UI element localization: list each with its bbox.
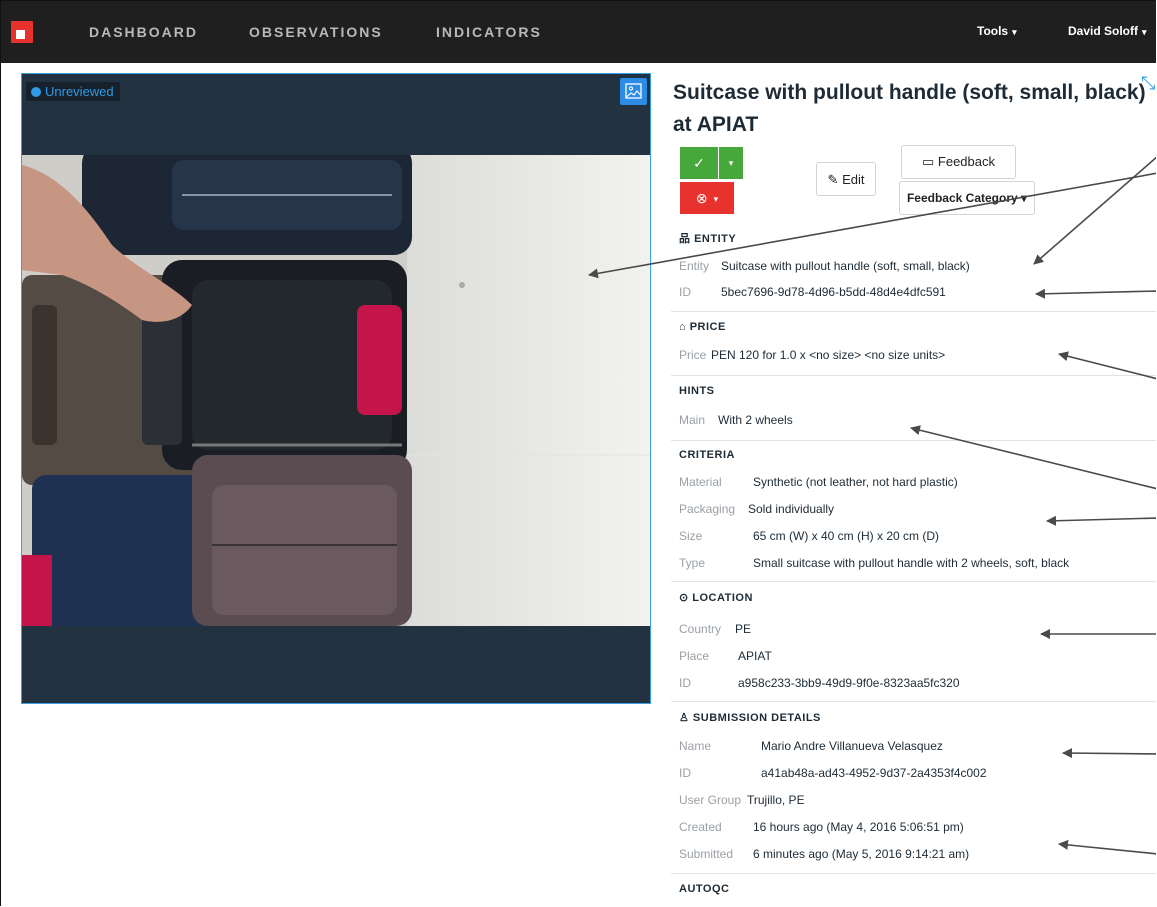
annotation-arrow — [1035, 288, 1156, 299]
annotation-arrow — [1033, 156, 1156, 265]
annotation-arrow — [1062, 748, 1156, 759]
annotation-arrows — [588, 156, 1156, 855]
annotation-arrow — [910, 425, 1156, 490]
annotation-arrow — [1058, 351, 1156, 380]
annotation-arrow — [1058, 839, 1156, 855]
annotation-arrow — [588, 172, 1156, 279]
annotation-arrow — [1046, 515, 1156, 526]
page: DASHBOARD OBSERVATIONS INDICATORS Tools ▾… — [0, 0, 1156, 906]
